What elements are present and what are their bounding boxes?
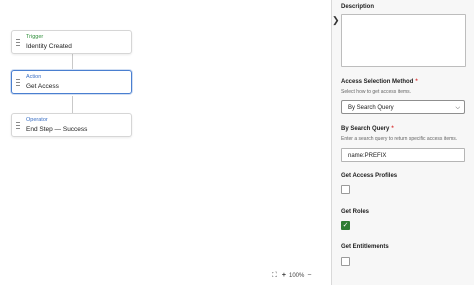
- search-query-input[interactable]: name:PREFIX: [341, 148, 465, 162]
- node-type-label: Action: [26, 74, 42, 80]
- connector-line: [72, 54, 73, 69]
- zoom-in-icon[interactable]: +: [282, 271, 286, 281]
- required-marker: *: [391, 126, 394, 132]
- get-access-profiles-label: Get Access Profiles: [341, 173, 398, 179]
- node-type-label: Operator: [26, 117, 48, 123]
- workflow-canvas[interactable]: Trigger Identity Created Action Get Acce…: [0, 0, 331, 285]
- get-roles-label: Get Roles: [341, 209, 370, 215]
- zoom-level: 100%: [289, 273, 305, 279]
- get-roles-checkbox[interactable]: ✓: [341, 221, 350, 230]
- input-value: name:PREFIX: [348, 153, 387, 159]
- get-entitlements-label: Get Entitlements: [341, 244, 389, 250]
- node-action-get-access[interactable]: Action Get Access: [11, 70, 132, 94]
- node-name-label: Get Access: [26, 83, 59, 90]
- drag-handle-icon[interactable]: [16, 79, 20, 86]
- get-access-profiles-checkbox[interactable]: [341, 185, 350, 194]
- node-operator-end-step-success[interactable]: Operator End Step — Success: [11, 113, 132, 137]
- get-entitlements-checkbox[interactable]: [341, 257, 350, 266]
- required-marker: *: [415, 79, 418, 85]
- node-type-label: Trigger: [26, 34, 44, 40]
- drag-handle-icon[interactable]: [16, 122, 20, 129]
- connector-line: [72, 96, 73, 114]
- description-label: Description: [341, 4, 375, 10]
- node-name-label: End Step — Success: [26, 126, 88, 133]
- zoom-out-icon[interactable]: −: [307, 271, 311, 281]
- search-query-label: By Search Query *: [341, 126, 394, 132]
- drag-handle-icon[interactable]: [16, 39, 20, 46]
- access-method-help: Select how to get access items.: [341, 89, 412, 95]
- fit-view-icon[interactable]: ⛶: [272, 271, 277, 281]
- search-query-help: Enter a search query to return specific …: [341, 136, 458, 142]
- checkmark-icon: ✓: [342, 222, 349, 229]
- access-method-label: Access Selection Method *: [341, 79, 418, 85]
- chevron-down-icon: ⌵: [455, 105, 460, 111]
- node-name-label: Identity Created: [26, 43, 72, 50]
- node-trigger-identity-created[interactable]: Trigger Identity Created: [11, 30, 132, 54]
- zoom-controls: ⛶ + 100% −: [272, 271, 311, 281]
- description-textarea[interactable]: [341, 14, 466, 67]
- access-method-select[interactable]: By Search Query ⌵: [341, 100, 465, 114]
- chevron-right-icon[interactable]: ❯: [332, 15, 340, 25]
- select-value: By Search Query: [348, 105, 394, 111]
